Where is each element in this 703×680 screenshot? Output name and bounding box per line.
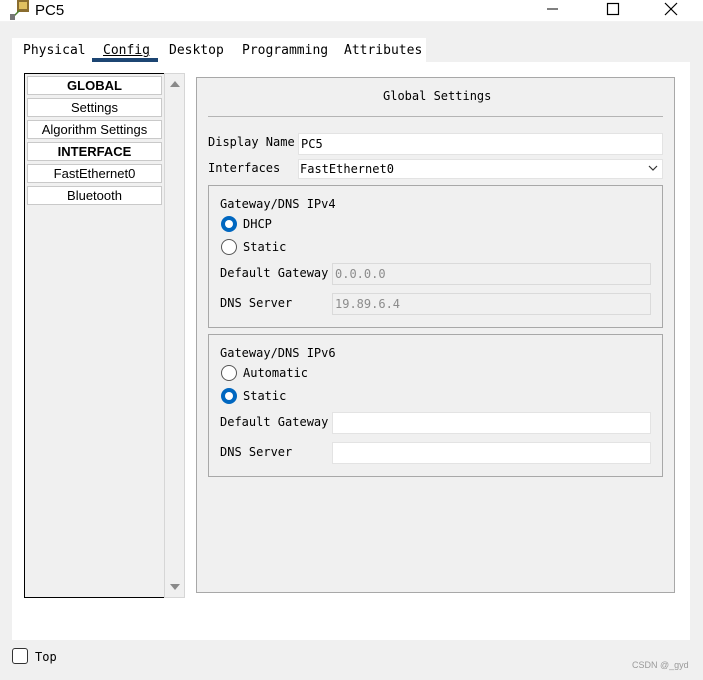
radio-selected-icon xyxy=(221,388,237,404)
scroll-up-icon[interactable] xyxy=(170,80,180,88)
sidebar-item-settings[interactable]: Settings xyxy=(27,98,162,117)
dhcp-label: DHCP xyxy=(243,217,272,231)
top-label: Top xyxy=(35,650,57,664)
ipv6-group-title: Gateway/DNS IPv6 xyxy=(220,346,336,360)
active-tab-indicator xyxy=(92,58,158,62)
ipv6-dns-label: DNS Server xyxy=(220,445,293,459)
maximize-button[interactable] xyxy=(590,0,636,20)
tab-desktop[interactable]: Desktop xyxy=(169,43,224,58)
ipv4-group-title: Gateway/DNS IPv4 xyxy=(220,197,336,211)
window-title: PC5 xyxy=(35,2,65,19)
static-ipv4-label: Static xyxy=(243,240,287,254)
interfaces-select[interactable]: FastEthernet0 xyxy=(298,159,663,179)
radio-unselected-icon xyxy=(221,365,237,381)
tab-strip: Physical Config Desktop Programming Attr… xyxy=(12,38,426,62)
tab-programming[interactable]: Programming xyxy=(242,43,328,58)
ipv6-group: Gateway/DNS IPv6 Automatic Static Defaul… xyxy=(208,334,663,477)
global-settings-panel: Global Settings Display Name PC5 Interfa… xyxy=(196,77,675,593)
title-divider xyxy=(208,116,663,117)
sidebar-item-algorithm-settings[interactable]: Algorithm Settings xyxy=(27,120,162,139)
scroll-down-icon[interactable] xyxy=(170,583,180,591)
close-icon xyxy=(664,2,678,16)
sidebar-heading-interface[interactable]: INTERFACE xyxy=(27,142,162,161)
display-name-input[interactable]: PC5 xyxy=(298,133,663,155)
sidebar-item-bluetooth[interactable]: Bluetooth xyxy=(27,186,162,205)
sidebar-item-fastethernet0[interactable]: FastEthernet0 xyxy=(27,164,162,183)
tab-physical[interactable]: Physical xyxy=(23,43,86,58)
close-button[interactable] xyxy=(648,0,694,20)
ipv6-gateway-label: Default Gateway xyxy=(220,415,329,429)
tab-config[interactable]: Config xyxy=(103,43,150,58)
minimize-button[interactable] xyxy=(530,0,576,20)
maximize-icon xyxy=(606,2,620,16)
ipv4-gateway-input[interactable]: 0.0.0.0 xyxy=(332,263,651,285)
radio-selected-icon xyxy=(221,216,237,232)
sidebar-heading-global[interactable]: GLOBAL xyxy=(27,76,162,95)
watermark-text: CSDN @_gyd xyxy=(632,660,689,670)
automatic-ipv6-label: Automatic xyxy=(243,366,309,380)
minimize-icon xyxy=(547,8,558,10)
ipv6-dns-input[interactable] xyxy=(332,442,651,464)
config-sidebar: GLOBAL Settings Algorithm Settings INTER… xyxy=(24,73,165,598)
tab-attributes[interactable]: Attributes xyxy=(344,43,422,58)
chevron-down-icon xyxy=(648,165,658,171)
display-name-label: Display Name xyxy=(208,135,295,149)
ipv4-dns-label: DNS Server xyxy=(220,296,293,310)
title-bar: PC5 xyxy=(0,0,703,22)
interfaces-label: Interfaces xyxy=(208,161,281,175)
static-ipv6-label: Static xyxy=(243,389,287,403)
top-checkbox[interactable] xyxy=(12,648,28,664)
interfaces-select-value: FastEthernet0 xyxy=(300,162,394,176)
ipv4-group: Gateway/DNS IPv4 DHCP Static Default Gat… xyxy=(208,185,663,328)
ipv6-gateway-input[interactable] xyxy=(332,412,651,434)
sidebar-scrollbar[interactable] xyxy=(164,73,185,598)
ipv4-dns-input[interactable]: 19.89.6.4 xyxy=(332,293,651,315)
ipv4-gateway-label: Default Gateway xyxy=(220,266,329,280)
section-title: Global Settings xyxy=(383,89,492,103)
pc-app-icon xyxy=(10,0,29,20)
radio-unselected-icon xyxy=(221,239,237,255)
